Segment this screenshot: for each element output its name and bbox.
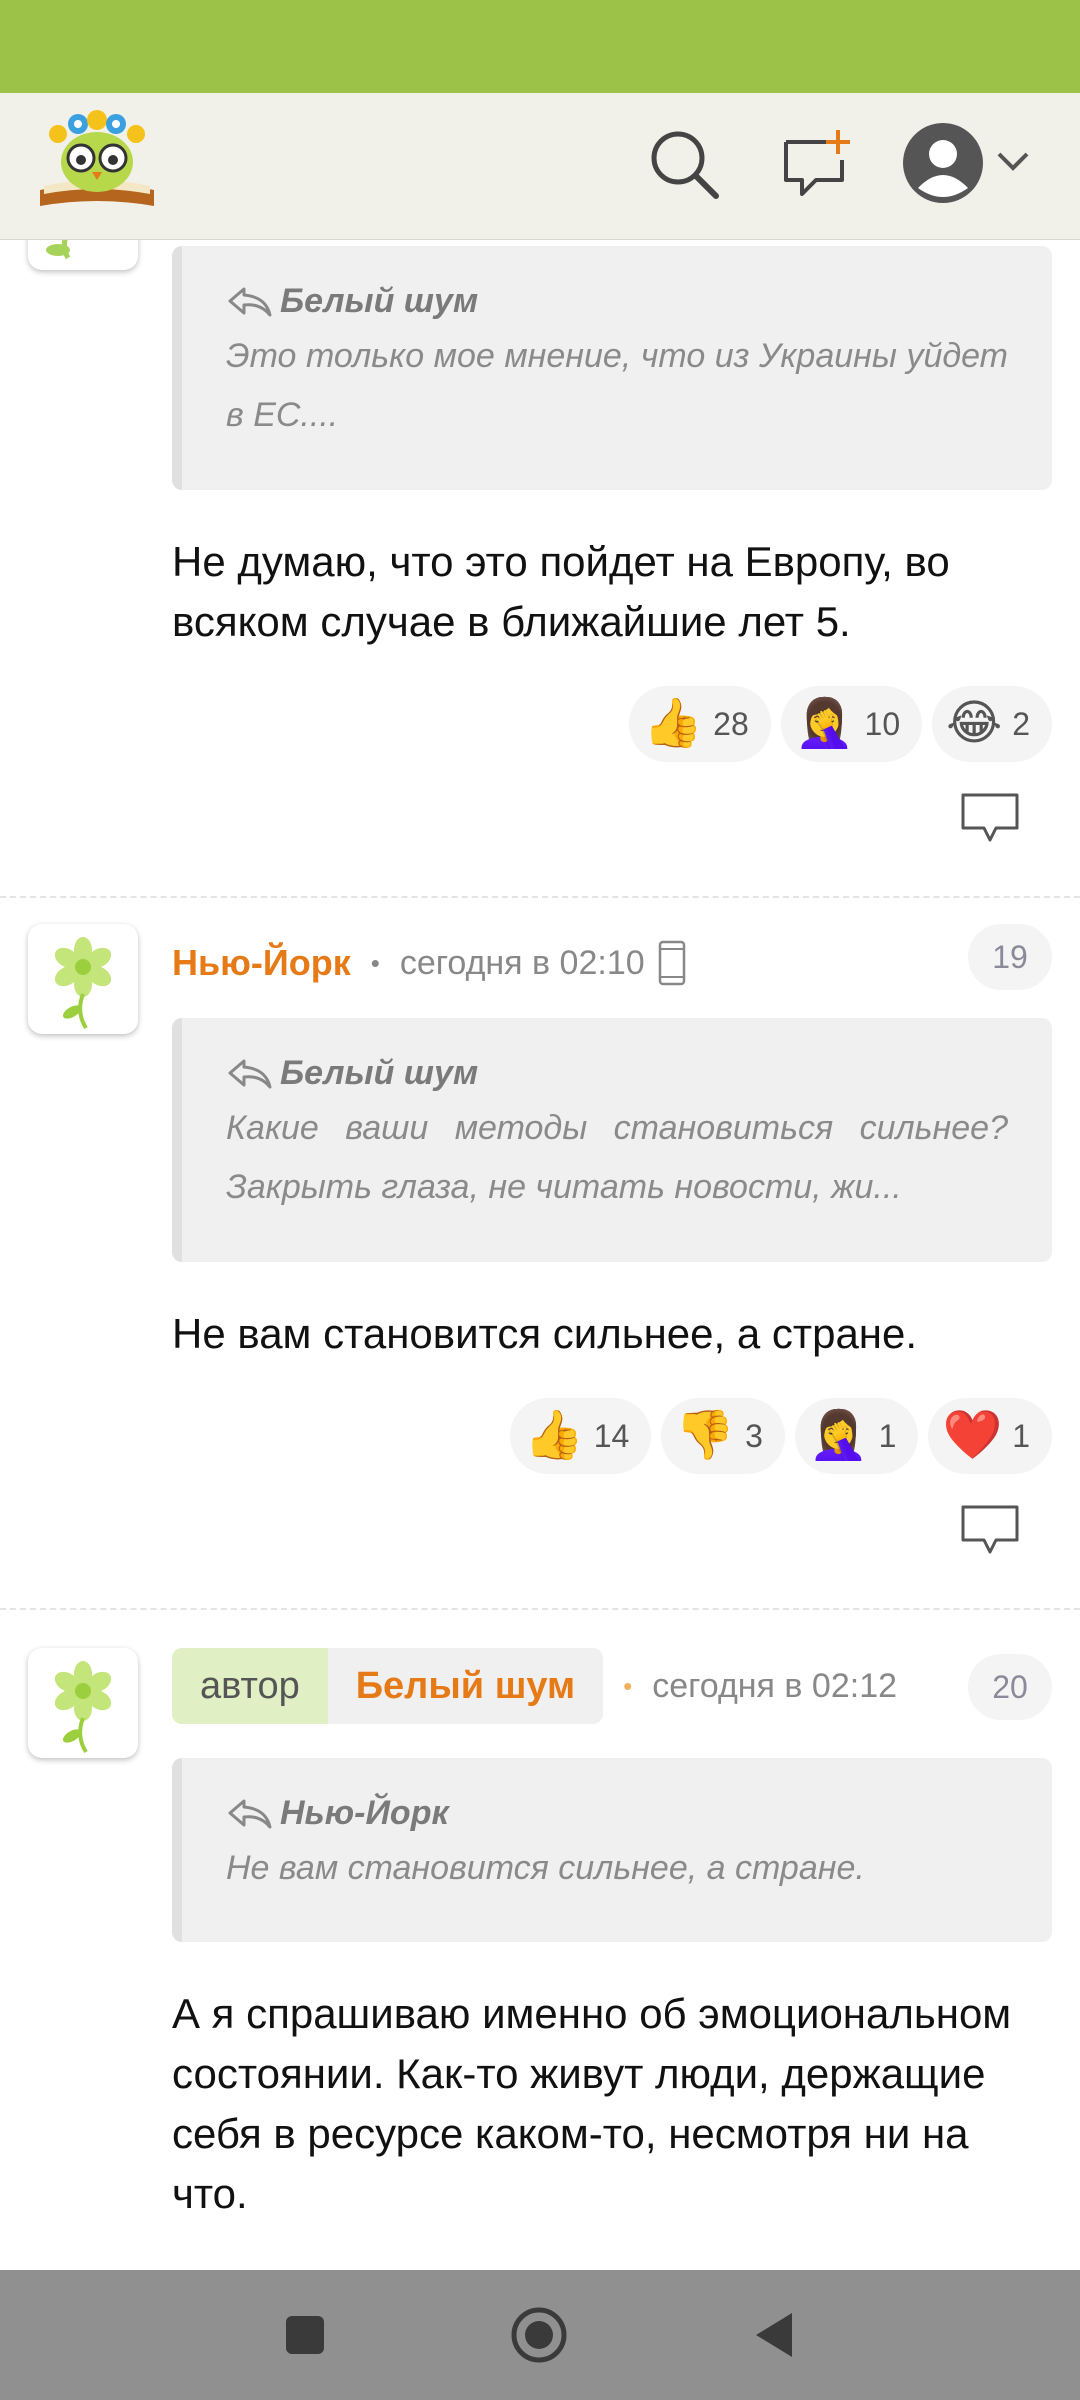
avatar[interactable] [28, 924, 138, 1034]
search-icon[interactable] [648, 128, 720, 200]
recent-apps-button[interactable] [284, 2314, 326, 2356]
reply-arrow-icon [228, 287, 272, 316]
facepalm-icon: 🤦‍♀️ [808, 1409, 869, 1462]
facepalm-icon: 🤦‍♀️ [794, 697, 855, 750]
reaction-laughing[interactable]: 😂 2 [932, 686, 1052, 762]
thumbs-down-icon: 👎 [675, 1409, 736, 1462]
avatar[interactable] [28, 1648, 138, 1758]
quote-author: Белый шум [280, 1054, 479, 1092]
quote-text: Не вам становится сильнее, а стране. [226, 1849, 865, 1887]
comment-meta: автор Белый шум • сегодня в 02:12 [172, 1648, 897, 1724]
reaction-thumbs-up[interactable]: 👍 14 [509, 1398, 652, 1474]
separator-dot: • [623, 1670, 633, 1701]
comment-time: сегодня в 02:12 [652, 1666, 898, 1705]
quoted-message[interactable]: Белый шум Какие ваши методы становиться … [172, 1018, 1052, 1262]
comment-divider [0, 896, 1080, 898]
home-button[interactable] [510, 2306, 568, 2364]
quoted-message[interactable]: Нью-Йорк Не вам становится сильнее, а ст… [172, 1758, 1052, 1942]
avatar[interactable] [28, 240, 138, 270]
new-message-icon[interactable] [780, 128, 854, 198]
reaction-thumbs-up[interactable]: 👍 28 [629, 686, 771, 762]
reaction-thumbs-down[interactable]: 👎 3 [661, 1398, 785, 1474]
quote-text: Это только мое мнение, что из Украины уй… [226, 337, 1008, 434]
status-bar [0, 0, 1080, 93]
chevron-down-icon[interactable] [996, 150, 1030, 174]
comment-time: сегодня в 02:10 [399, 943, 645, 982]
reply-arrow-icon [228, 1799, 272, 1828]
reaction-count: 2 [1012, 705, 1030, 742]
heart-icon: ❤️ [942, 1409, 1003, 1462]
back-button[interactable] [752, 2310, 796, 2360]
separator-dot: • [370, 947, 380, 978]
reaction-count: 28 [713, 705, 749, 742]
thumbs-up-icon: 👍 [523, 1409, 584, 1462]
reactions-bar: 👍 28 🤦‍♀️ 10 😂 2 [629, 686, 1052, 762]
comment-bubble-icon[interactable] [960, 1504, 1020, 1556]
quote-author: Нью-Йорк [280, 1794, 449, 1832]
reply-arrow-icon [228, 1059, 272, 1088]
reaction-heart[interactable]: ❤️ 1 [928, 1398, 1052, 1474]
laughing-icon: 😂 [946, 697, 1003, 750]
quote-text: Какие ваши методы становиться сильнее? З… [226, 1109, 1008, 1206]
username[interactable]: Белый шум [327, 1648, 604, 1724]
mobile-phone-icon [658, 940, 685, 986]
author-label: автор [172, 1648, 328, 1724]
system-nav-bar [0, 2270, 1080, 2400]
quoted-message[interactable]: Белый шум Это только мое мнение, что из … [172, 246, 1052, 490]
comment-text: А я спрашиваю именно об эмоциональном со… [172, 1990, 1012, 2217]
comment-text: Не вам становится сильнее, а стране. [172, 1310, 918, 1357]
user-avatar-icon[interactable] [902, 122, 984, 204]
comment-meta: Нью-Йорк • сегодня в 02:10 [172, 930, 687, 996]
comment-bubble-icon[interactable] [960, 792, 1020, 844]
comment-divider [0, 1608, 1080, 1610]
reaction-count: 10 [864, 705, 901, 742]
reaction-count: 3 [745, 1417, 763, 1454]
author-tag[interactable]: автор Белый шум [172, 1648, 604, 1724]
thumbs-up-icon: 👍 [643, 697, 704, 750]
reaction-facepalm[interactable]: 🤦‍♀️ 10 [780, 686, 923, 762]
site-logo[interactable] [34, 108, 160, 212]
comment-number[interactable]: 19 [968, 924, 1052, 990]
comment-number[interactable]: 20 [968, 1654, 1052, 1720]
reaction-count: 1 [878, 1417, 897, 1454]
reaction-count: 14 [593, 1417, 630, 1454]
comments-feed: Белый шум Это только мое мнение, что из … [0, 240, 1080, 2270]
quote-author: Белый шум [280, 282, 479, 320]
username[interactable]: Нью-Йорк [172, 942, 351, 984]
reaction-count: 1 [1012, 1417, 1030, 1454]
comment-text: Не думаю, что это пойдет на Европу, во в… [172, 538, 950, 645]
reactions-bar: 👍 14 👎 3 🤦‍♀️ 1 ❤️ 1 [509, 1398, 1052, 1474]
reaction-facepalm[interactable]: 🤦‍♀️ 1 [794, 1398, 919, 1474]
